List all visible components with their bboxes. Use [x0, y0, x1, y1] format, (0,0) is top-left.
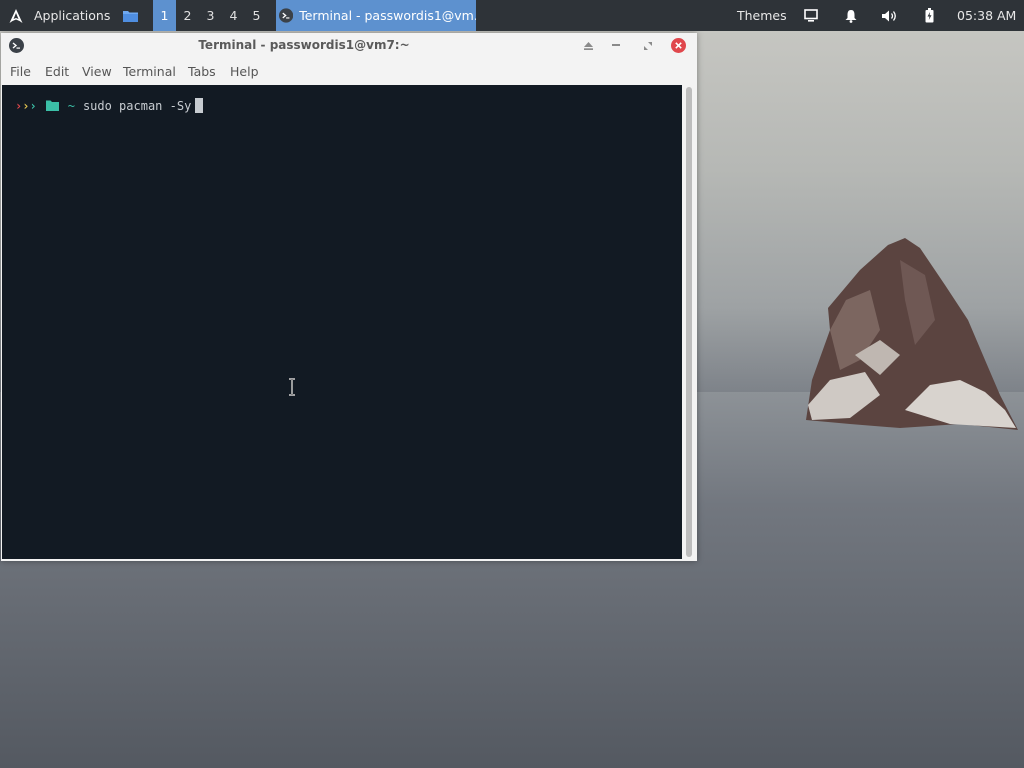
ibeam-cursor-icon [289, 378, 295, 396]
terminal-icon [279, 8, 294, 23]
bell-icon [845, 9, 857, 23]
prompt-arrow-3: › [29, 98, 37, 113]
window-title: Terminal - passwordis1@vm7:~ [198, 38, 410, 52]
top-panel: Applications 1 2 3 4 5 Terminal - passwo… [0, 0, 1024, 31]
notifications-button[interactable] [842, 0, 860, 31]
terminal-area[interactable]: › › › ~ sudo pacman -Sy [2, 85, 682, 559]
workspace-3[interactable]: 3 [199, 0, 222, 31]
menubar: File Edit View Terminal Tabs Help [1, 60, 697, 84]
taskbar-terminal-button[interactable]: Terminal - passwordis1@vm... [276, 0, 476, 31]
taskbar-terminal-label: Terminal - passwordis1@vm... [299, 8, 476, 23]
workspace-4[interactable]: 4 [222, 0, 245, 31]
volume-icon [882, 10, 896, 21]
menu-help[interactable]: Help [230, 64, 259, 79]
scrollbar-thumb[interactable] [686, 87, 692, 557]
window-titlebar[interactable]: Terminal - passwordis1@vm7:~ [1, 33, 697, 58]
folder-icon [122, 10, 138, 22]
workspace-5[interactable]: 5 [245, 0, 268, 31]
prompt-arrow-2: › [22, 98, 30, 113]
maximize-button[interactable] [639, 37, 656, 54]
text-cursor [195, 98, 204, 113]
clock[interactable]: 05:38 AM [957, 0, 1016, 31]
menu-tabs[interactable]: Tabs [188, 64, 216, 79]
prompt-cwd: ~ [67, 98, 75, 113]
close-icon [671, 38, 686, 53]
menu-edit[interactable]: Edit [45, 64, 69, 79]
minimize-button[interactable] [607, 37, 624, 54]
eject-icon [584, 41, 593, 50]
close-button[interactable] [670, 37, 687, 54]
prompt-arrow-1: › [15, 98, 23, 113]
display-icon [804, 9, 818, 22]
battery-button[interactable] [921, 0, 937, 31]
menu-terminal[interactable]: Terminal [123, 64, 176, 79]
display-button[interactable] [802, 0, 820, 31]
rock [806, 238, 1018, 430]
arch-logo-icon [9, 8, 23, 23]
workspace-1[interactable]: 1 [153, 0, 176, 31]
folder-icon [45, 100, 59, 111]
file-manager-launcher[interactable] [119, 0, 141, 31]
volume-button[interactable] [879, 0, 901, 31]
menu-file[interactable]: File [10, 64, 31, 79]
themes-button[interactable]: Themes [737, 0, 787, 31]
prompt-line: › › › ~ sudo pacman -Sy [15, 98, 204, 113]
terminal-window: Terminal - passwordis1@vm7:~ File Edit V… [1, 33, 697, 561]
menu-view[interactable]: View [82, 64, 112, 79]
workspace-2[interactable]: 2 [176, 0, 199, 31]
applications-label: Applications [34, 8, 111, 23]
applications-menu[interactable]: Applications [4, 0, 116, 31]
command-text: sudo pacman -Sy [82, 98, 192, 113]
shade-button[interactable] [580, 37, 597, 54]
battery-icon [925, 8, 933, 23]
scrollbar[interactable] [683, 85, 696, 559]
minimize-icon [611, 44, 620, 46]
maximize-icon [643, 41, 652, 50]
